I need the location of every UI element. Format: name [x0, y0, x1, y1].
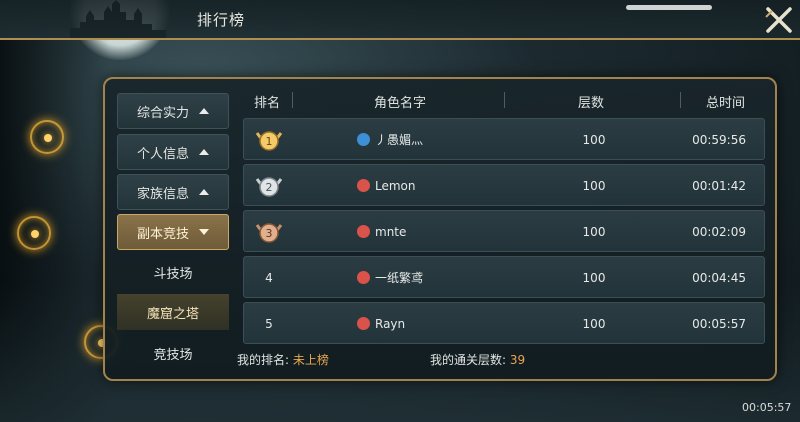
table-row[interactable]: 3 mnte 100 00:02:09 [243, 210, 765, 252]
column-name: 角色名字 [374, 96, 427, 111]
time-value: 00:02:09 [692, 225, 746, 239]
table-row[interactable]: 1 丿愚媚灬 100 00:59:56 [243, 118, 765, 160]
my-rank-label: 我的排名: [237, 353, 290, 367]
table-row[interactable]: 5 Rayn 100 00:05:57 [243, 302, 765, 344]
player-name: 丿愚媚灬 [375, 133, 424, 147]
sidebar-item-strength[interactable]: 综合实力 [117, 93, 229, 129]
player-name: mnte [375, 225, 407, 239]
sidebar-item-dungeon[interactable]: 副本竞技 [117, 214, 229, 250]
top-indicator [626, 5, 712, 10]
sidebar-subitem-arena[interactable]: 斗技场 [117, 254, 229, 290]
player-name: Rayn [375, 317, 406, 331]
rank-number: 4 [265, 271, 273, 285]
page-title: 排行榜 [197, 11, 246, 29]
table-row[interactable]: 4 一纸繁鸢 100 00:04:45 [243, 256, 765, 298]
time-value: 00:59:56 [692, 133, 746, 147]
column-divider [292, 92, 293, 108]
floor-value: 100 [582, 179, 606, 193]
column-rank: 排名 [254, 96, 281, 111]
bronze-medal-icon: 3 [255, 223, 283, 243]
sidebar-item-label: 个人信息 [136, 146, 189, 162]
fire-class-icon [357, 225, 370, 238]
fire-class-icon [357, 317, 370, 330]
time-value: 00:05:57 [692, 317, 746, 331]
caret-up-icon [199, 108, 209, 114]
svg-text:2: 2 [266, 181, 273, 194]
floor-value: 100 [582, 133, 606, 147]
column-divider [504, 92, 505, 108]
floor-value: 100 [582, 317, 606, 331]
sidebar-subitem-label: 魔窟之塔 [146, 306, 199, 322]
player-name: Lemon [375, 179, 416, 193]
my-floor: 我的通关层数: 39 [430, 351, 525, 368]
sidebar-item-label: 综合实力 [136, 105, 189, 121]
fire-class-icon [357, 271, 370, 284]
sidebar-item-label: 家族信息 [136, 186, 189, 202]
caret-up-icon [199, 149, 209, 155]
floor-value: 100 [582, 271, 606, 285]
water-class-icon [357, 133, 370, 146]
my-floor-value: 39 [509, 353, 526, 367]
my-rank-value: 未上榜 [292, 353, 329, 367]
time-value: 00:04:45 [692, 271, 746, 285]
top-bar: 排行榜 [0, 0, 800, 40]
sidebar-subitem-label: 竞技场 [153, 347, 193, 363]
fire-class-icon [357, 179, 370, 192]
caret-down-icon [199, 229, 209, 235]
sidebar-subitem-label: 斗技场 [153, 266, 193, 282]
rank-number: 5 [265, 317, 273, 331]
gold-medal-icon: 1 [255, 131, 283, 151]
floor-value: 100 [582, 225, 606, 239]
table-row[interactable]: 2 Lemon 100 00:01:42 [243, 164, 765, 206]
sidebar-item-family[interactable]: 家族信息 [117, 174, 229, 210]
column-divider [680, 92, 681, 108]
sidebar-subitem-tower[interactable]: 魔窟之塔 [117, 294, 229, 330]
sidebar-item-personal[interactable]: 个人信息 [117, 134, 229, 170]
my-rank: 我的排名: 未上榜 [237, 351, 329, 368]
table-header: 排名 角色名字 层数 总时间 [240, 88, 772, 112]
caret-up-icon [199, 189, 209, 195]
close-icon[interactable] [762, 3, 796, 37]
time-value: 00:01:42 [692, 179, 746, 193]
svg-text:1: 1 [266, 135, 273, 148]
firefly-glow [17, 216, 51, 250]
column-floor: 层数 [578, 96, 605, 111]
column-time: 总时间 [706, 96, 746, 111]
firefly-glow [30, 120, 64, 154]
clock: 00:05:57 [742, 401, 792, 414]
sidebar-subitem-pvp[interactable]: 竞技场 [117, 335, 229, 371]
player-name: 一纸繁鸢 [375, 271, 424, 285]
svg-text:3: 3 [266, 227, 273, 240]
sidebar-item-label: 副本竞技 [136, 226, 189, 242]
silver-medal-icon: 2 [255, 177, 283, 197]
my-floor-label: 我的通关层数: [430, 353, 507, 367]
